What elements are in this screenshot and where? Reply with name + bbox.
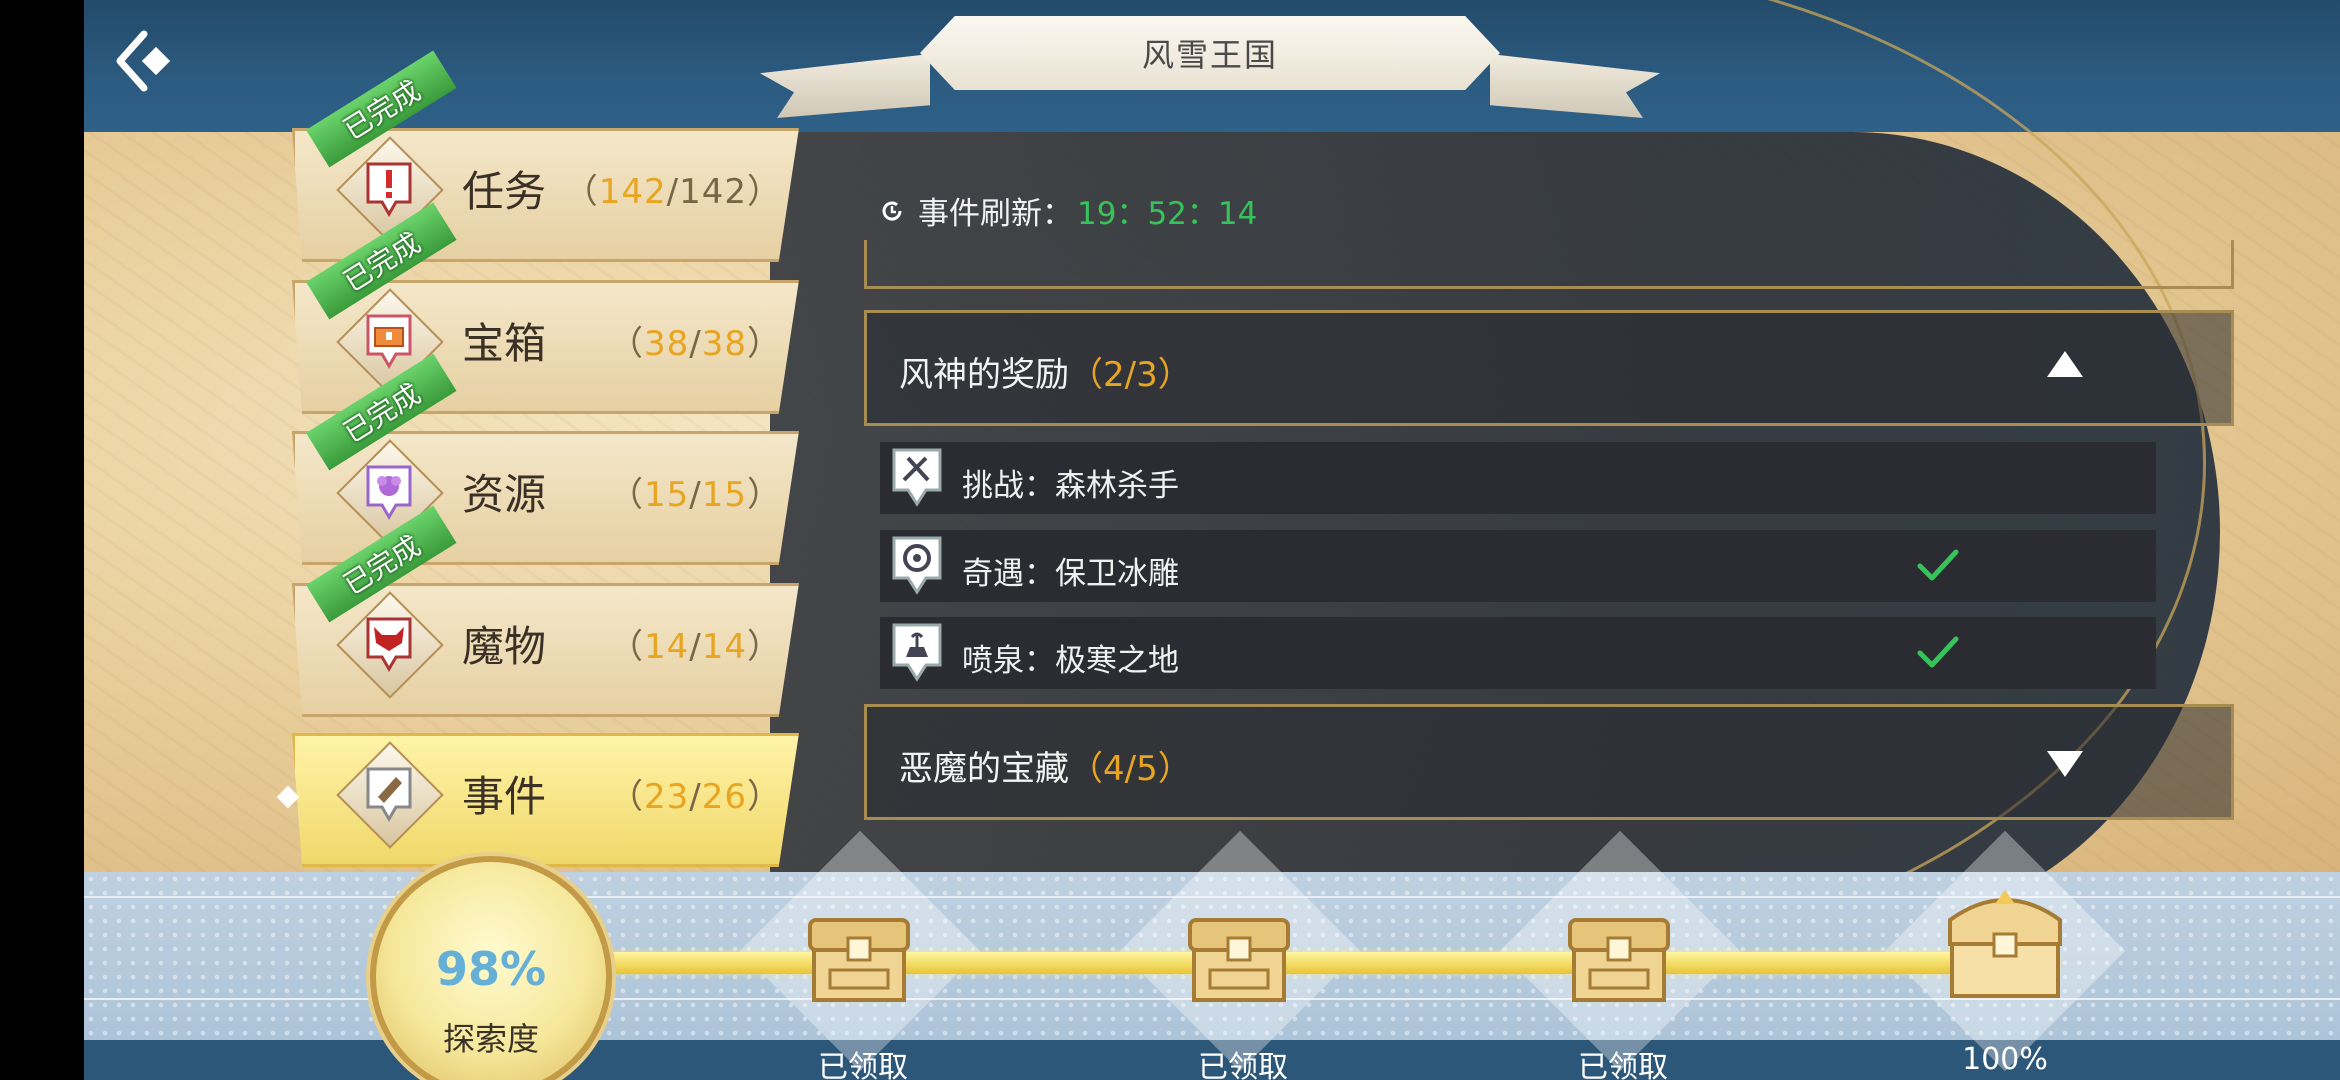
event-item-label: 挑战：森林杀手 bbox=[962, 468, 1179, 504]
challenge-icon bbox=[892, 448, 942, 507]
clock-icon bbox=[882, 201, 902, 220]
category-label: 魔物 bbox=[462, 622, 547, 671]
reward-chest-icon[interactable] bbox=[800, 890, 918, 1010]
category-label: 任务 bbox=[462, 167, 547, 216]
category-tab-quests[interactable]: 任务 （142/142） 已完成 bbox=[292, 50, 799, 262]
exploration-progress-track bbox=[560, 952, 2060, 974]
category-label: 资源 bbox=[462, 470, 547, 519]
refresh-time: 19：52：14 bbox=[1077, 196, 1258, 232]
collapse-arrow-icon[interactable] bbox=[2047, 351, 2083, 377]
reward-status-label: 已领取 bbox=[1198, 1050, 1288, 1080]
title-banner: 风雪王国 bbox=[760, 14, 1660, 124]
fountain-icon bbox=[892, 623, 942, 682]
checkmark-icon bbox=[1917, 549, 1959, 581]
monster-icon bbox=[366, 617, 412, 672]
exploration-degree-badge: 98% 探索度 bbox=[370, 856, 612, 1080]
category-count: （23/26） bbox=[609, 777, 782, 817]
exploration-label: 探索度 bbox=[442, 1020, 539, 1058]
event-item[interactable]: 喷泉：极寒之地 bbox=[880, 617, 2156, 689]
encounter-icon bbox=[892, 536, 942, 595]
section-title: 恶魔的宝藏 bbox=[899, 749, 1069, 789]
category-count: （15/15） bbox=[609, 475, 782, 515]
resource-icon bbox=[366, 465, 412, 520]
category-count: （142/142） bbox=[563, 172, 782, 212]
chest-icon bbox=[366, 314, 412, 369]
category-label: 事件 bbox=[462, 772, 547, 821]
event-item[interactable]: 奇遇：保卫冰雕 bbox=[880, 530, 2156, 602]
category-tab-events[interactable]: 事件 （23/26） bbox=[276, 733, 799, 867]
previous-section-bottom bbox=[864, 240, 2234, 289]
reward-status-label: 100% bbox=[1962, 1042, 2048, 1077]
category-count: （38/38） bbox=[609, 324, 782, 364]
expand-arrow-icon[interactable] bbox=[2047, 751, 2083, 777]
refresh-label: 事件刷新： bbox=[918, 196, 1073, 232]
section-title: 风神的奖励 bbox=[899, 355, 1069, 395]
checkmark-icon bbox=[1917, 636, 1959, 668]
back-icon[interactable] bbox=[110, 26, 180, 96]
section-progress: （2/3） bbox=[1069, 355, 1192, 395]
quest-icon bbox=[366, 162, 412, 217]
category-count: （14/14） bbox=[609, 627, 782, 667]
reward-chest-icon[interactable] bbox=[1560, 890, 1678, 1010]
category-tab-monsters[interactable]: 魔物 （14/14） 已完成 bbox=[292, 505, 799, 717]
reward-status-label: 已领取 bbox=[818, 1050, 908, 1080]
category-label: 宝箱 bbox=[462, 319, 547, 368]
event-section-demon-treasure[interactable]: 恶魔的宝藏（4/5） bbox=[864, 704, 2234, 820]
category-tab-chests[interactable]: 宝箱 （38/38） 已完成 bbox=[292, 202, 799, 414]
event-item-label: 奇遇：保卫冰雕 bbox=[962, 556, 1179, 592]
exploration-percent: 98% bbox=[435, 942, 547, 996]
section-progress: （4/5） bbox=[1069, 749, 1192, 789]
category-tab-resources[interactable]: 资源 （15/15） 已完成 bbox=[292, 353, 799, 565]
event-item[interactable]: 挑战：森林杀手 bbox=[880, 442, 2156, 514]
final-reward-chest-icon[interactable] bbox=[1940, 880, 2070, 1010]
event-item-label: 喷泉：极寒之地 bbox=[962, 643, 1179, 679]
event-icon bbox=[366, 767, 412, 822]
event-refresh-timer: 事件刷新： 19：52：14 bbox=[880, 188, 1257, 233]
reward-chest-icon[interactable] bbox=[1180, 890, 1298, 1010]
reward-status-label: 已领取 bbox=[1578, 1050, 1668, 1080]
event-section-wind-god[interactable]: 风神的奖励（2/3） bbox=[864, 310, 2234, 426]
page-title: 风雪王国 bbox=[1141, 36, 1278, 74]
